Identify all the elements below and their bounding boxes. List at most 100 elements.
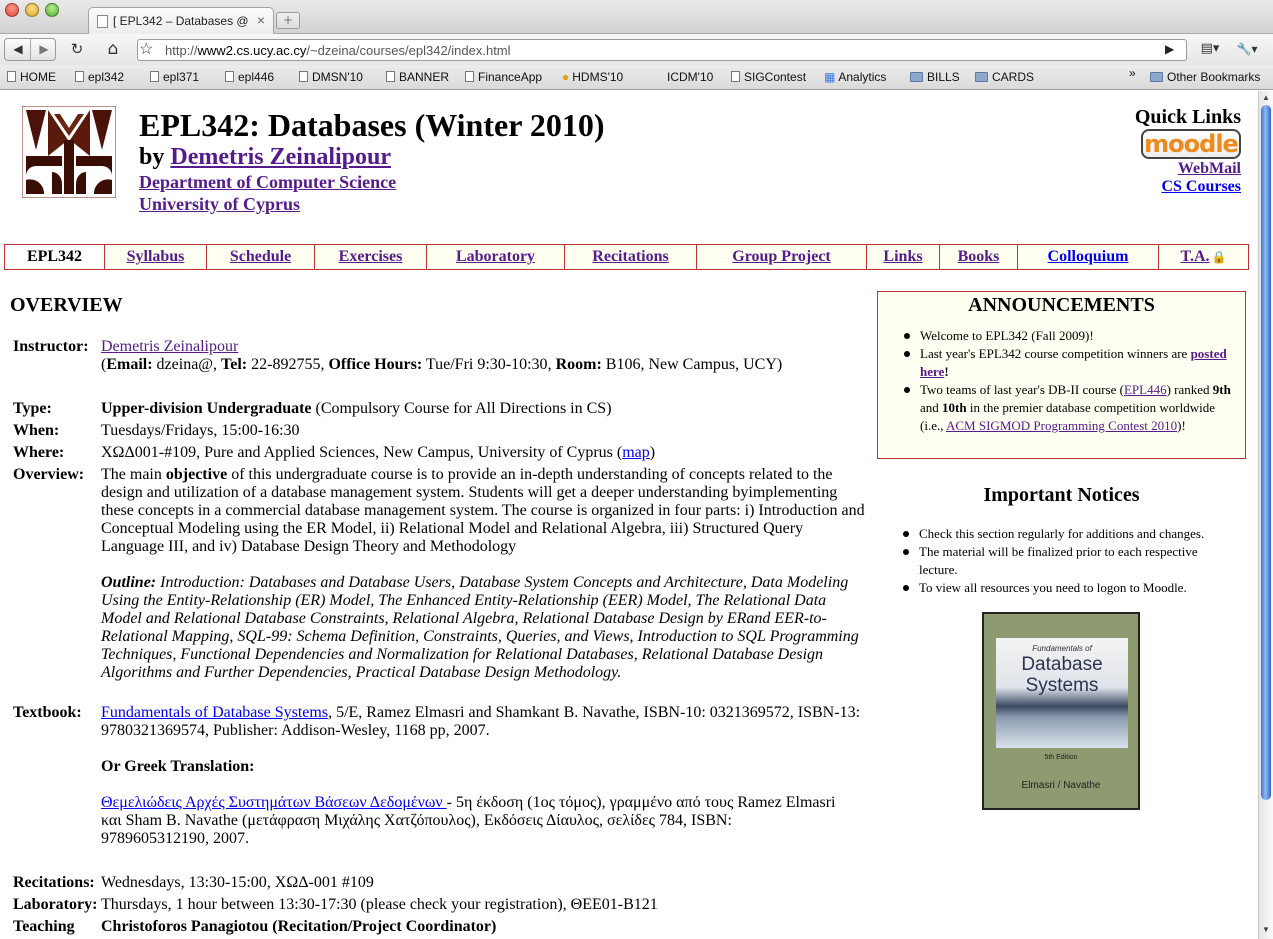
minimize-window-button[interactable] [25, 3, 39, 17]
page-favicon-icon [97, 15, 108, 28]
type-bold: Upper-division Undergraduate [101, 400, 312, 417]
greek-textbook-link[interactable]: Θεμελιώδεις Αρχές Συστημάτων Βάσεων Δεδο… [101, 794, 447, 811]
bookmark-banner[interactable]: BANNER [386, 70, 449, 84]
bookmark-epl371[interactable]: epl371 [150, 70, 199, 84]
instructor-name-link[interactable]: Demetris Zeinalipour [101, 338, 238, 355]
bookmark-label: HDMS'10 [572, 70, 624, 84]
bookmark-folder-cards[interactable]: CARDS [975, 70, 1034, 84]
home-icon[interactable]: ⌂ [100, 38, 126, 60]
analytics-icon: ▦ [824, 70, 836, 84]
announcement-item: Two teams of last year's DB-II course (E… [878, 381, 1238, 435]
byline: by Demetris Zeinalipour [139, 144, 391, 171]
reload-icon[interactable]: ↻ [64, 38, 90, 60]
book-cover-art: Fundamentals of Database Systems [996, 638, 1128, 748]
outline-label: Outline: [101, 574, 157, 591]
bookmark-other-bookmarks[interactable]: Other Bookmarks [1150, 70, 1260, 84]
page-icon [465, 71, 474, 82]
bookmark-label: epl371 [163, 70, 200, 84]
greek-translation-value: Θεμελιώδεις Αρχές Συστημάτων Βάσεων Δεδο… [101, 794, 843, 848]
browser-toolbar: ◀ ▶ ↻ ⌂ http://www2.cs.ucy.ac.cy/~dzeina… [0, 34, 1273, 65]
instructor-link[interactable]: Demetris Zeinalipour [170, 144, 391, 170]
bookmark-label: Other Bookmarks [1167, 70, 1261, 84]
new-tab-button[interactable]: + [276, 12, 300, 29]
book-cover-title: Database Systems [996, 654, 1128, 696]
book-cover-fundamentals: Fundamentals of [1032, 644, 1092, 653]
back-arrow-icon[interactable]: ◀ [8, 38, 28, 60]
announcement-text: and [920, 400, 943, 415]
scroll-down-icon[interactable]: ▼ [1262, 925, 1270, 934]
textbook-cover-image[interactable]: Fundamentals of Database Systems 5th Edit… [982, 612, 1140, 810]
textbook-label: Textbook: [13, 704, 82, 721]
sun-icon: ● [562, 70, 570, 84]
bookmark-icdm10[interactable]: ICDM'10 [667, 70, 713, 84]
scroll-up-icon[interactable]: ▲ [1262, 93, 1270, 102]
nav-item-syllabus[interactable]: Syllabus [127, 248, 185, 265]
nav-item-exercises[interactable]: Exercises [339, 248, 403, 265]
webmail-link[interactable]: WebMail [1178, 160, 1241, 177]
when-value: Tuesdays/Fridays, 15:00-16:30 [101, 422, 300, 439]
tab-close-icon[interactable]: × [257, 12, 265, 28]
browser-tab[interactable]: [ EPL342 – Databases @ UCY × [88, 7, 274, 35]
announcement-text: Welcome to EPL342 (Fall 2009)! [920, 328, 1094, 343]
nav-item-laboratory[interactable]: Laboratory [456, 248, 535, 265]
recitations-value: Wednesdays, 13:30-15:00, ΧΩΔ-001 #109 [101, 874, 374, 891]
bookmark-home[interactable]: HOME [7, 70, 56, 84]
book-title-line1: Database [1021, 654, 1103, 675]
zoom-window-button[interactable] [45, 3, 59, 17]
close-window-button[interactable] [5, 3, 19, 17]
vertical-scrollbar[interactable]: ▲ ▼ [1258, 91, 1273, 939]
map-link[interactable]: map [622, 444, 650, 461]
department-link[interactable]: Department of Computer Science [139, 172, 396, 192]
folder-icon [975, 72, 988, 82]
page-icon [731, 71, 740, 82]
go-arrow-icon[interactable]: ▶ [1165, 42, 1174, 57]
bookmark-analytics[interactable]: ▦ Analytics [824, 70, 886, 84]
page-menu-icon[interactable]: ▤▾ [1196, 38, 1224, 60]
university-link[interactable]: University of Cyprus [139, 194, 300, 214]
epl446-link[interactable]: EPL446 [1124, 382, 1167, 397]
scrollbar-thumb[interactable] [1261, 105, 1271, 800]
bookmark-label: HOME [20, 70, 56, 84]
room-label: Room: [555, 356, 602, 373]
nav-item-schedule[interactable]: Schedule [230, 248, 291, 265]
type-value: Upper-division Undergraduate (Compulsory… [101, 400, 871, 418]
wrench-menu-icon[interactable]: 🔧▾ [1232, 38, 1262, 60]
bookmarks-overflow-icon[interactable]: » [1129, 66, 1136, 80]
bookmark-label: SIGContest [744, 70, 807, 84]
moodle-logo-button[interactable]: moodle [1141, 129, 1241, 159]
address-bar-url: http://www2.cs.ucy.ac.cy/~dzeina/courses… [165, 43, 511, 58]
page-icon [7, 71, 16, 82]
university-logo-icon [22, 106, 116, 198]
sigmod-contest-link[interactable]: ACM SIGMOD Programming Contest 2010 [946, 418, 1177, 433]
nav-item-ta[interactable]: T.A. [1181, 248, 1210, 265]
bookmark-label: BANNER [399, 70, 450, 84]
nav-item-colloquium[interactable]: Colloquium [1048, 248, 1129, 265]
bookmark-epl342[interactable]: epl342 [75, 70, 124, 84]
bookmark-dmsn10[interactable]: DMSN'10 [299, 70, 363, 84]
bookmark-financeapp[interactable]: FinanceApp [465, 70, 542, 84]
nav-item-group-project[interactable]: Group Project [732, 248, 831, 265]
announcement-end: ! [944, 364, 949, 379]
nav-item-links[interactable]: Links [883, 248, 922, 265]
bookmark-folder-bills[interactable]: BILLS [910, 70, 960, 84]
notice-item: To view all resources you need to logon … [877, 579, 1222, 597]
bookmark-label: FinanceApp [478, 70, 543, 84]
forward-arrow-icon[interactable]: ▶ [34, 38, 54, 60]
nav-item-epl342[interactable]: EPL342 [5, 245, 105, 269]
book-cover-edition: 5th Edition [1044, 754, 1078, 761]
instructor-value: Demetris Zeinalipour (Email: dzeina@, Te… [101, 338, 783, 373]
textbook-link[interactable]: Fundamentals of Database Systems [101, 704, 328, 721]
cs-courses-link[interactable]: CS Courses [1161, 178, 1241, 195]
bookmark-sigcontest[interactable]: SIGContest [731, 70, 806, 84]
course-nav-bar: EPL342 Syllabus Schedule Exercises Labor… [4, 244, 1249, 270]
bookmark-star-icon[interactable]: ☆ [139, 39, 153, 59]
bookmark-hdms10[interactable]: ● HDMS'10 [562, 70, 623, 84]
lock-icon: 🔒 [1211, 250, 1227, 264]
page-icon [299, 71, 308, 82]
where-value: ΧΩΔ001-#109, Pure and Applied Sciences, … [101, 444, 871, 462]
nav-item-books[interactable]: Books [958, 248, 1000, 265]
announcements-panel: ANNOUNCEMENTS Welcome to EPL342 (Fall 20… [877, 291, 1246, 459]
nav-item-recitations[interactable]: Recitations [592, 248, 668, 265]
bookmark-epl446[interactable]: epl446 [225, 70, 274, 84]
address-bar[interactable]: http://www2.cs.ucy.ac.cy/~dzeina/courses… [137, 39, 1187, 61]
